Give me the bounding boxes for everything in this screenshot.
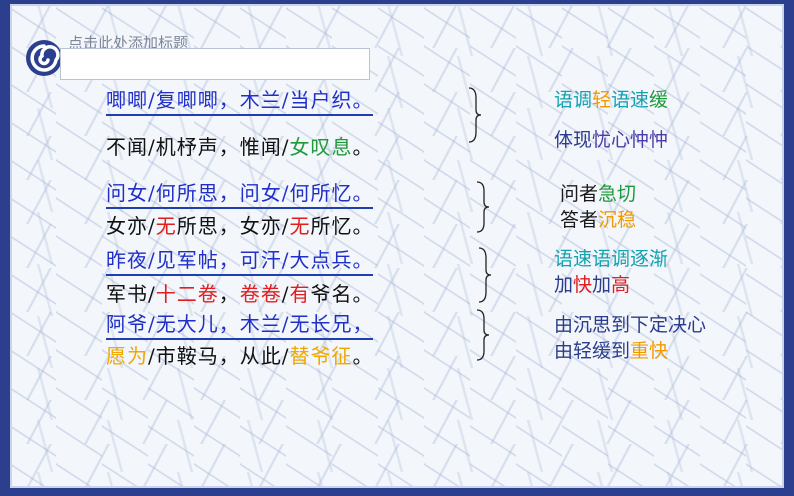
note-5: 语速语调逐渐: [554, 247, 668, 271]
slide.lines.4-seg: 昨夜/见军帖，可汗/大点兵。: [106, 248, 374, 272]
slide.notes.5-seg: 加: [554, 274, 574, 296]
slide.lines.7-seg: 替爷征: [289, 344, 353, 368]
slide.lines.1-seg: 不闻/机杼声，惟闻/: [106, 135, 290, 159]
note-6: 加快加高: [554, 273, 630, 297]
poem-line-6: 军书/十二卷，卷卷/有爷名。: [106, 282, 374, 306]
slide.notes.7-seg: 重快: [630, 340, 669, 362]
slide.lines.3-seg: 无: [289, 214, 311, 238]
slide.notes.5-seg: 快: [573, 274, 593, 296]
slide.lines.7-seg: 。: [352, 344, 374, 368]
title-input-box[interactable]: [60, 48, 370, 80]
note-3: 问者急切: [560, 182, 636, 206]
note-8: 由轻缓到重快: [554, 339, 668, 363]
slide.lines.6-seg: 阿爷/无大儿，木兰/无长兄，: [106, 312, 374, 336]
slide.lines.7-seg: /市鞍马，从此/: [148, 344, 290, 368]
slide.notes.5-seg: 加: [592, 274, 612, 296]
poem-line-7: 阿爷/无大儿，木兰/无长兄，: [106, 312, 374, 340]
slide.lines.5-seg: 爷名。: [310, 282, 374, 306]
slide.lines.5-seg: 十二卷: [155, 282, 219, 306]
slide.lines.5-seg: 卷卷: [239, 282, 282, 306]
poem-line-3: 问女/何所思，问女/何所忆。: [106, 181, 374, 209]
slide.lines.5-seg: 军书/: [106, 282, 156, 306]
slide: 点击此处添加标题 唧唧/复唧唧，木兰/当户织。 不闻/机杼声，惟闻/女叹息。 问…: [0, 0, 794, 496]
slide.notes.3-seg: 答者: [560, 209, 599, 231]
slide.lines.5-seg: /: [281, 282, 290, 306]
poem-line-1: 唧唧/复唧唧，木兰/当户织。: [106, 88, 374, 116]
slide.notes.0-seg: 轻: [592, 89, 612, 111]
note-1: 语调轻语速缓: [554, 88, 668, 112]
note-2: 体现忧心忡忡: [554, 128, 668, 152]
slide.notes.2-seg: 急切: [598, 183, 637, 205]
poem-line-4: 女亦/无所思，女亦/无所忆。: [106, 214, 374, 238]
slide.lines.3-seg: 女亦/: [106, 214, 156, 238]
slide.lines.7-seg: 愿为: [106, 344, 148, 368]
slide.lines.3-seg: 无: [155, 214, 177, 238]
poem-line-8: 愿为/市鞍马，从此/替爷征。: [106, 344, 373, 368]
poem-line-5: 昨夜/见军帖，可汗/大点兵。: [106, 248, 374, 276]
slide.lines.5-seg: 有: [289, 282, 311, 306]
slide.notes.5-seg: 高: [611, 274, 631, 296]
note-7: 由沉思到下定决心: [554, 313, 706, 337]
brace-group-1: [468, 87, 482, 143]
slide.notes.1-seg: 忧心忡忡: [592, 129, 669, 151]
slide.lines.0-seg: 唧唧/复唧唧，木兰/当户织。: [106, 88, 374, 112]
brace-group-3: [478, 247, 492, 303]
brace-group-2: [476, 181, 490, 233]
slide.notes.2-seg: 问者: [560, 183, 599, 205]
note-4: 答者沉稳: [560, 208, 636, 232]
slide.notes.0-seg: 语速: [611, 89, 650, 111]
slide.notes.3-seg: 沉稳: [598, 209, 637, 231]
slide.lines.1-seg: 。: [352, 135, 374, 159]
slide.lines.1-seg: 女叹息: [289, 135, 353, 159]
slide.notes.4-seg: 语速语调逐渐: [554, 248, 669, 270]
slide.lines.5-seg: ，: [218, 282, 240, 306]
slide.notes.7-seg: 由轻缓到: [554, 340, 631, 362]
slide.lines.2-seg: 问女/何所思，问女/何所忆。: [106, 181, 374, 205]
slide.lines.3-seg: 所忆。: [310, 214, 374, 238]
slide.lines.3-seg: 所思，女亦/: [176, 214, 290, 238]
slide.notes.6-seg: 由沉思到下定决心: [554, 314, 707, 336]
slide.notes.0-seg: 缓: [649, 89, 669, 111]
slide.notes.1-seg: 体现: [554, 129, 593, 151]
poem-line-2: 不闻/机杼声，惟闻/女叹息。: [106, 135, 373, 159]
slide.notes.0-seg: 语调: [554, 89, 593, 111]
brace-group-4: [476, 309, 490, 361]
title-placeholder-text: 点击此处添加标题: [68, 34, 189, 48]
